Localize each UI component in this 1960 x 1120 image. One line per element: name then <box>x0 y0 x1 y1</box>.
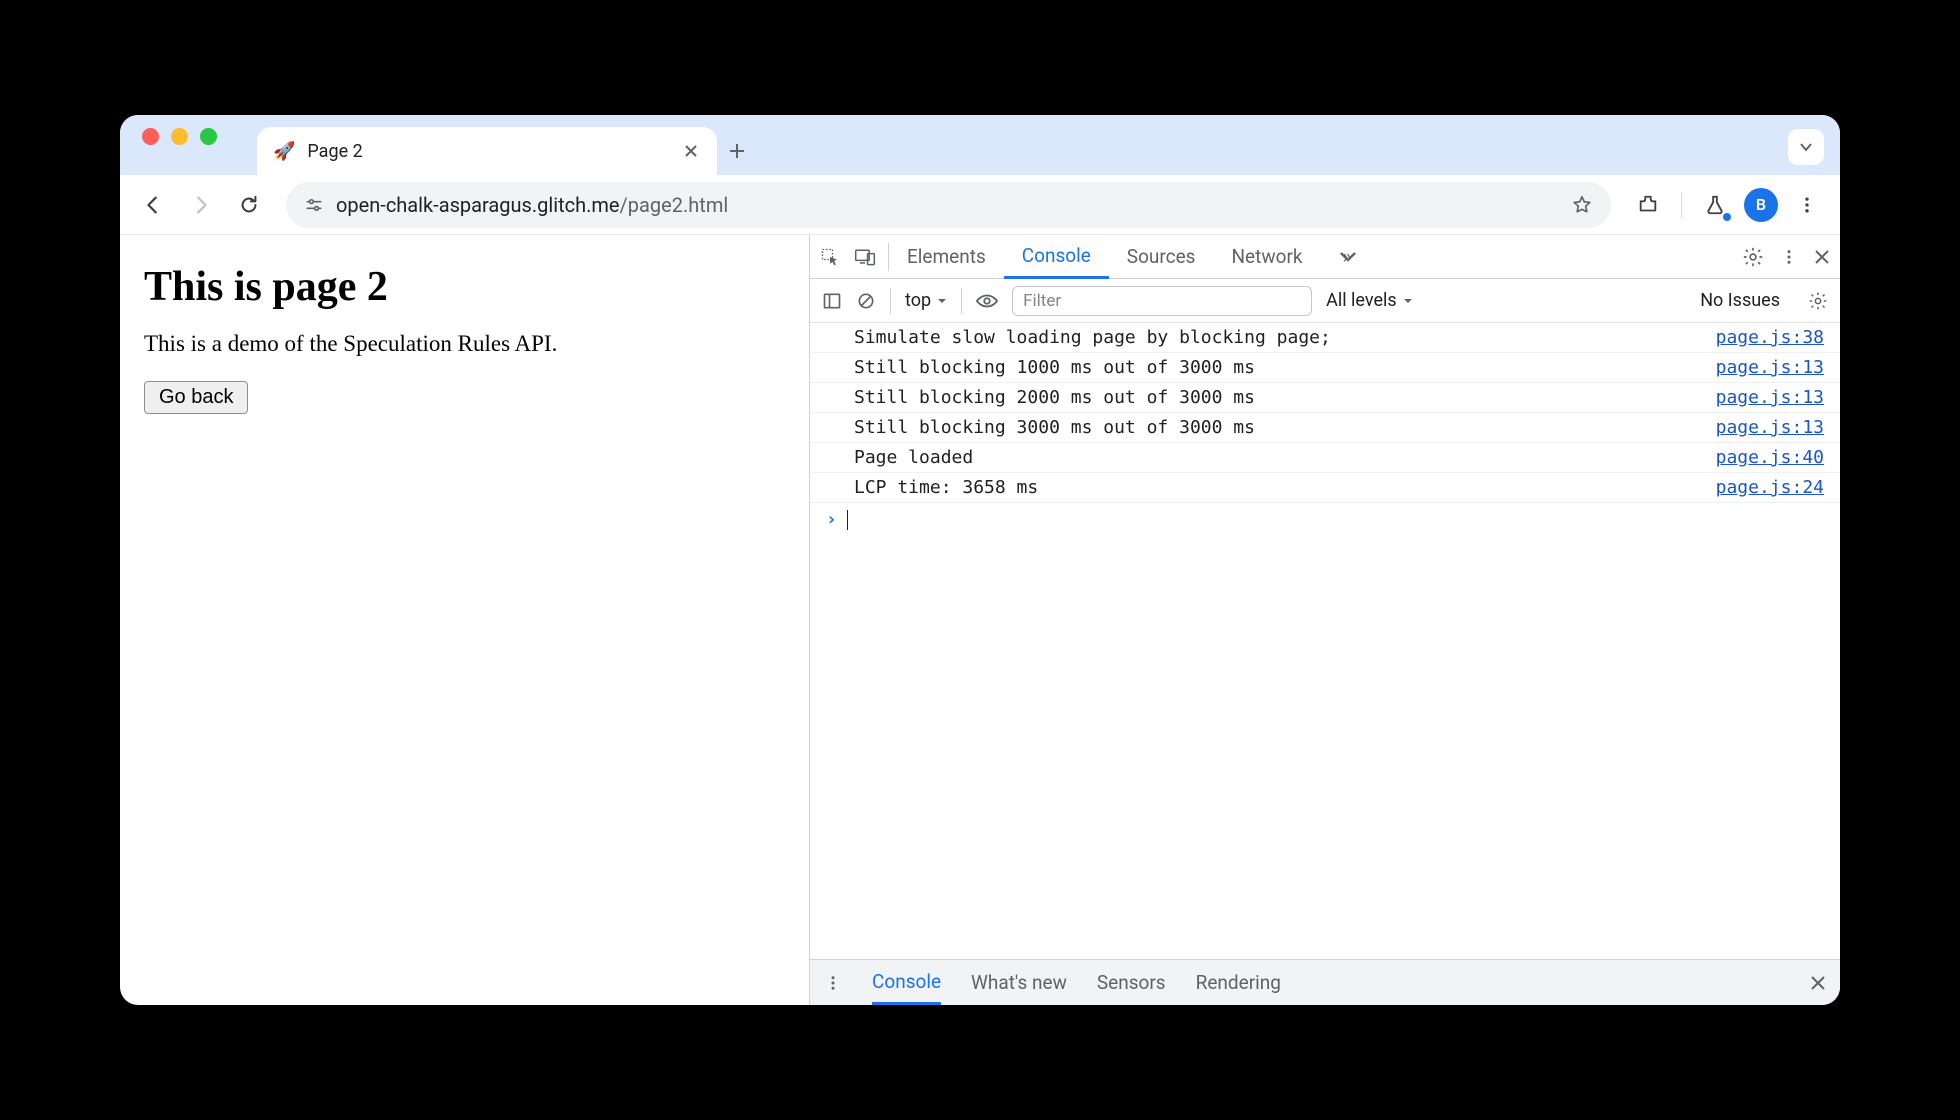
console-log-row: Simulate slow loading page by blocking p… <box>810 323 1840 353</box>
devtools-close-icon[interactable] <box>1814 249 1830 265</box>
tab-elements[interactable]: Elements <box>889 235 1004 278</box>
console-settings-icon[interactable] <box>1808 291 1828 311</box>
drawer-tab-whats-new[interactable]: What's new <box>971 960 1067 1005</box>
tab-title: Page 2 <box>307 141 362 162</box>
tab-close-button[interactable] <box>681 141 701 161</box>
console-log-row: Still blocking 2000 ms out of 3000 mspag… <box>810 383 1840 413</box>
log-levels-selector[interactable]: All levels <box>1326 290 1413 311</box>
back-button[interactable] <box>134 186 172 224</box>
site-controls-icon[interactable] <box>304 195 324 215</box>
forward-button[interactable] <box>182 186 220 224</box>
content-area: This is page 2 This is a demo of the Spe… <box>120 235 1840 1005</box>
tab-network[interactable]: Network <box>1213 235 1320 278</box>
log-source-link[interactable]: page.js:24 <box>1702 477 1824 498</box>
log-source-link[interactable]: page.js:40 <box>1702 447 1824 468</box>
console-toolbar: top Filter All levels No Issues <box>810 279 1840 323</box>
window-controls <box>142 115 217 175</box>
page-paragraph: This is a demo of the Speculation Rules … <box>144 331 785 357</box>
reload-button[interactable] <box>230 186 268 224</box>
drawer-tab-console[interactable]: Console <box>872 960 941 1005</box>
tab-console[interactable]: Console <box>1004 236 1109 279</box>
rendered-page: This is page 2 This is a demo of the Spe… <box>120 235 810 1005</box>
browser-window: 🚀 Page 2 open-chalk-asparag <box>120 115 1840 1005</box>
browser-tab[interactable]: 🚀 Page 2 <box>257 127 717 175</box>
url-text: open-chalk-asparagus.glitch.me/page2.htm… <box>336 193 728 217</box>
drawer-tab-sensors[interactable]: Sensors <box>1097 960 1166 1005</box>
drawer-menu-icon[interactable] <box>824 974 842 992</box>
close-window-button[interactable] <box>142 128 159 145</box>
url-host: open-chalk-asparagus.glitch.me <box>336 193 620 217</box>
settings-icon[interactable] <box>1742 246 1764 268</box>
drawer-tab-rendering[interactable]: Rendering <box>1196 960 1281 1005</box>
devtools-panel: Elements Console Sources Network » <box>810 235 1840 1005</box>
device-toggle-icon[interactable] <box>854 247 876 267</box>
toggle-sidebar-icon[interactable] <box>822 291 842 311</box>
log-message: LCP time: 3658 ms <box>854 477 1702 498</box>
browser-menu-button[interactable] <box>1788 186 1826 224</box>
log-source-link[interactable]: page.js:38 <box>1702 327 1824 348</box>
tabs-dropdown-button[interactable] <box>1788 129 1824 165</box>
labs-button[interactable] <box>1696 186 1734 224</box>
log-message: Page loaded <box>854 447 1702 468</box>
console-prompt[interactable]: › <box>810 503 1840 536</box>
log-source-link[interactable]: page.js:13 <box>1702 357 1824 378</box>
address-bar[interactable]: open-chalk-asparagus.glitch.me/page2.htm… <box>286 182 1611 228</box>
issues-indicator[interactable]: No Issues <box>1700 290 1780 311</box>
minimize-window-button[interactable] <box>171 128 188 145</box>
extensions-button[interactable] <box>1629 186 1667 224</box>
new-tab-button[interactable] <box>717 127 757 175</box>
devtools-drawer: Console What's new Sensors Rendering <box>810 959 1840 1005</box>
log-message: Still blocking 2000 ms out of 3000 ms <box>854 387 1702 408</box>
log-message: Still blocking 3000 ms out of 3000 ms <box>854 417 1702 438</box>
drawer-close-icon[interactable] <box>1810 975 1826 991</box>
go-back-button[interactable]: Go back <box>144 381 248 414</box>
log-source-link[interactable]: page.js:13 <box>1702 387 1824 408</box>
console-log-row: Still blocking 1000 ms out of 3000 mspag… <box>810 353 1840 383</box>
filter-placeholder: Filter <box>1023 291 1061 311</box>
inspect-element-icon[interactable] <box>820 247 840 267</box>
console-log-row: LCP time: 3658 mspage.js:24 <box>810 473 1840 503</box>
console-output: Simulate slow loading page by blocking p… <box>810 323 1840 959</box>
log-message: Still blocking 1000 ms out of 3000 ms <box>854 357 1702 378</box>
tab-strip: 🚀 Page 2 <box>120 115 1840 175</box>
console-log-row: Page loadedpage.js:40 <box>810 443 1840 473</box>
devtools-menu-icon[interactable] <box>1780 248 1798 266</box>
prompt-cursor <box>847 510 848 530</box>
console-filter-input[interactable]: Filter <box>1012 286 1312 316</box>
avatar-letter: B <box>1756 195 1766 214</box>
devtools-tabs: Elements Console Sources Network » <box>810 235 1840 279</box>
tab-sources[interactable]: Sources <box>1109 235 1214 278</box>
tab-favicon-icon: 🚀 <box>273 141 295 162</box>
more-tabs-button[interactable]: » <box>1321 235 1370 278</box>
execution-context-selector[interactable]: top <box>890 288 947 314</box>
toolbar-divider <box>1681 192 1682 218</box>
prompt-chevron-icon: › <box>826 509 837 530</box>
clear-console-icon[interactable] <box>856 291 876 311</box>
bookmark-star-icon[interactable] <box>1571 194 1593 216</box>
log-message: Simulate slow loading page by blocking p… <box>854 327 1702 348</box>
maximize-window-button[interactable] <box>200 128 217 145</box>
page-heading: This is page 2 <box>144 263 785 311</box>
log-source-link[interactable]: page.js:13 <box>1702 417 1824 438</box>
browser-toolbar: open-chalk-asparagus.glitch.me/page2.htm… <box>120 175 1840 235</box>
live-expression-icon[interactable] <box>961 288 998 314</box>
console-log-row: Still blocking 3000 ms out of 3000 mspag… <box>810 413 1840 443</box>
url-path: /page2.html <box>620 193 729 217</box>
profile-avatar[interactable]: B <box>1744 188 1778 222</box>
